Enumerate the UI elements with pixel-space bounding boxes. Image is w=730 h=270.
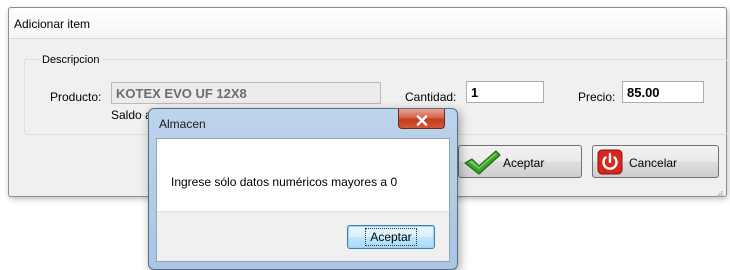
dialog-ok-label: Aceptar: [365, 228, 417, 246]
cancelar-label: Cancelar: [629, 156, 678, 170]
main-window-title: Adicionar item: [14, 17, 91, 31]
dialog-close-button[interactable]: [398, 109, 445, 129]
cancelar-button[interactable]: Cancelar: [592, 145, 719, 178]
almacen-dialog: Almacen Ingrese sólo datos numéricos may…: [148, 108, 458, 270]
resize-grip-icon[interactable]: [715, 186, 723, 197]
cantidad-field[interactable]: [466, 81, 544, 103]
dialog-body: Ingrese sólo datos numéricos mayores a 0…: [156, 138, 450, 262]
aceptar-button[interactable]: Aceptar: [458, 145, 582, 178]
precio-field[interactable]: [622, 81, 704, 103]
producto-field[interactable]: [111, 82, 381, 104]
descripcion-group-title: Descripcion: [40, 54, 104, 66]
dialog-title: Almacen: [159, 117, 206, 131]
saldo-label: Saldo a: [111, 108, 152, 122]
aceptar-label: Aceptar: [503, 156, 545, 170]
dialog-footer: Aceptar: [157, 211, 449, 261]
power-icon: [597, 149, 623, 178]
producto-label: Producto:: [50, 90, 102, 104]
dialog-ok-button[interactable]: Aceptar: [347, 225, 435, 249]
precio-label: Precio:: [578, 90, 616, 104]
cantidad-label: Cantidad:: [405, 90, 457, 104]
main-titlebar[interactable]: Adicionar item: [9, 8, 726, 39]
checkmark-icon: [462, 148, 502, 179]
close-icon: [399, 115, 444, 126]
dialog-message: Ingrese sólo datos numéricos mayores a 0: [171, 175, 398, 189]
